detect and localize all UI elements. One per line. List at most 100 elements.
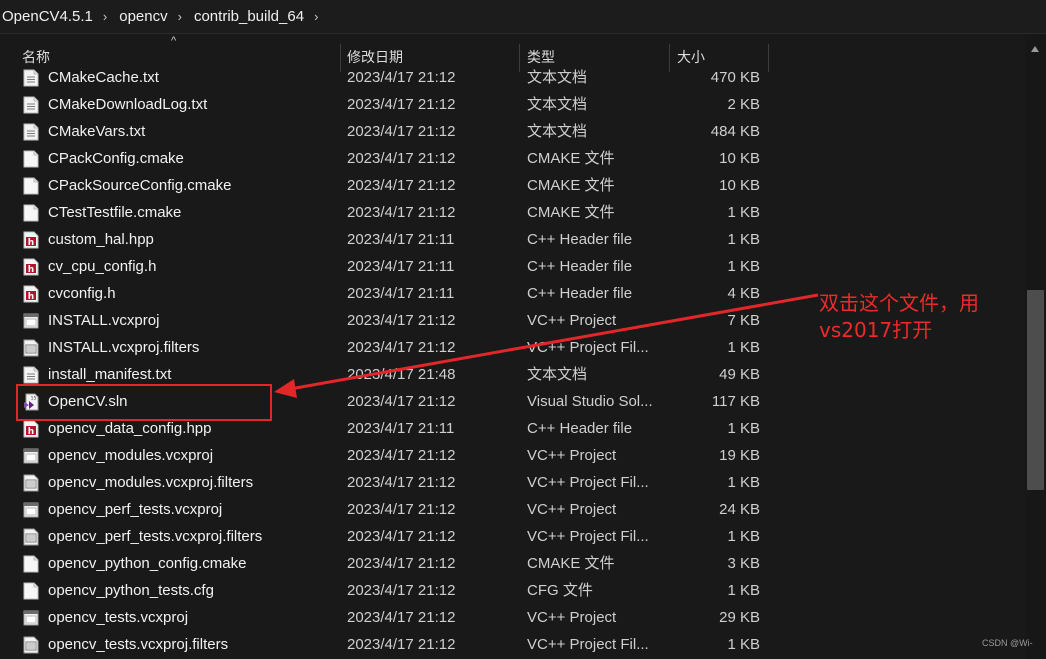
- file-type: 文本文档: [527, 123, 588, 140]
- annotation-text: 双击这个文件，用 vs2017打开: [819, 290, 1019, 344]
- file-row[interactable]: CMakeDownloadLog.txt 2023/4/17 21:12 文本文档 2…: [0, 91, 1025, 118]
- file-name: opencv_modules.vcxproj: [48, 447, 214, 464]
- scroll-up-icon[interactable]: [1031, 46, 1039, 52]
- file-date: 2023/4/17 21:11: [347, 258, 455, 275]
- file-type: VC++ Project: [527, 447, 617, 464]
- file-size: 29 KB: [719, 609, 760, 626]
- vcxproj-file-icon: [23, 609, 39, 627]
- text-file-icon: [23, 123, 39, 141]
- file-name: opencv_tests.vcxproj: [48, 609, 189, 626]
- file-name: CPackConfig.cmake: [48, 150, 184, 167]
- header-file-icon: h: [23, 231, 39, 249]
- file-row[interactable]: h custom_hal.hpp 2023/4/17 21:11 C++ Header…: [0, 226, 1025, 253]
- file-type: C++ Header file: [527, 231, 633, 248]
- file-type: Visual Studio Sol...: [527, 393, 653, 410]
- file-row[interactable]: opencv_python_config.cmake 2023/4/17 21:1…: [0, 550, 1025, 577]
- file-type: C++ Header file: [527, 420, 633, 437]
- file-row[interactable]: opencv_perf_tests.vcxproj 2023/4/17 21:12…: [0, 496, 1025, 523]
- file-date: 2023/4/17 21:12: [347, 393, 456, 410]
- file-size: 49 KB: [719, 366, 760, 383]
- file-size: 1 KB: [727, 582, 760, 599]
- file-row[interactable]: opencv_tests.vcxproj.filters 2023/4/17 21…: [0, 631, 1025, 658]
- breadcrumb: OpenCV4.5.1 › opencv › contrib_build_64 …: [0, 0, 1046, 33]
- file-row[interactable]: opencv_modules.vcxproj 2023/4/17 21:12 VC+…: [0, 442, 1025, 469]
- file-type: VC++ Project: [527, 501, 617, 518]
- file-size: 1 KB: [727, 204, 760, 221]
- svg-text:h: h: [28, 238, 34, 248]
- file-name: custom_hal.hpp: [48, 231, 154, 248]
- file-row[interactable]: CMakeCache.txt 2023/4/17 21:12 文本文档 470 KB: [0, 64, 1025, 91]
- watermark: CSDN @Wi-: [982, 638, 1033, 648]
- file-size: 470 KB: [710, 69, 760, 86]
- breadcrumb-item-opencv451[interactable]: OpenCV4.5.1: [0, 8, 93, 25]
- file-date: 2023/4/17 21:12: [347, 528, 456, 545]
- file-name: opencv_tests.vcxproj.filters: [48, 636, 229, 653]
- svg-text:h: h: [28, 265, 34, 275]
- file-size: 1 KB: [727, 474, 760, 491]
- file-size: 19 KB: [719, 447, 760, 464]
- file-name: INSTALL.vcxproj.filters: [48, 339, 200, 356]
- file-row[interactable]: CTestTestfile.cmake 2023/4/17 21:12 CMAKE …: [0, 199, 1025, 226]
- svg-text:h: h: [28, 292, 34, 302]
- file-type: CMAKE 文件: [527, 150, 615, 167]
- file-row[interactable]: opencv_python_tests.cfg 2023/4/17 21:12 CF…: [0, 577, 1025, 604]
- file-date: 2023/4/17 21:12: [347, 609, 456, 626]
- file-name: opencv_python_config.cmake: [48, 555, 247, 572]
- file-date: 2023/4/17 21:12: [347, 312, 456, 329]
- annotation-line-2: vs2017打开: [819, 318, 933, 342]
- file-type: CFG 文件: [527, 582, 593, 599]
- file-row[interactable]: opencv_perf_tests.vcxproj.filters 2023/4/…: [0, 523, 1025, 550]
- file-row[interactable]: h cv_cpu_config.h 2023/4/17 21:11 C++ Heade…: [0, 253, 1025, 280]
- file-type: VC++ Project Fil...: [527, 339, 649, 356]
- file-size: 484 KB: [710, 123, 760, 140]
- file-size: 117 KB: [711, 393, 760, 410]
- file-name: CMakeCache.txt: [48, 69, 159, 86]
- annotation-line-1: 双击这个文件，用: [819, 291, 979, 315]
- file-type: CMAKE 文件: [527, 555, 615, 572]
- scrollbar-thumb[interactable]: [1027, 290, 1044, 490]
- file-date: 2023/4/17 21:12: [347, 555, 456, 572]
- chevron-right-icon[interactable]: ›: [304, 9, 328, 24]
- file-size: 10 KB: [719, 177, 760, 194]
- file-size: 1 KB: [727, 420, 760, 437]
- vcxproj-file-icon: [23, 447, 39, 465]
- file-size: 3 KB: [727, 555, 760, 572]
- file-size: 2 KB: [727, 96, 760, 113]
- file-name: cvconfig.h: [48, 285, 116, 302]
- text-file-icon: [23, 69, 39, 87]
- file-name: opencv_perf_tests.vcxproj.filters: [48, 528, 263, 545]
- file-size: 4 KB: [727, 285, 760, 302]
- filters-file-icon: [23, 528, 39, 546]
- chevron-right-icon[interactable]: ›: [93, 9, 117, 24]
- file-row[interactable]: opencv_modules.vcxproj.filters 2023/4/17 …: [0, 469, 1025, 496]
- file-type: VC++ Project Fil...: [527, 528, 649, 545]
- file-name: CTestTestfile.cmake: [48, 204, 182, 221]
- file-size: 7 KB: [727, 312, 760, 329]
- file-date: 2023/4/17 21:12: [347, 339, 456, 356]
- file-date: 2023/4/17 21:12: [347, 447, 456, 464]
- file-name: cv_cpu_config.h: [48, 258, 157, 275]
- file-size: 1 KB: [727, 528, 760, 545]
- file-name: opencv_perf_tests.vcxproj: [48, 501, 223, 518]
- filters-file-icon: [23, 474, 39, 492]
- file-date: 2023/4/17 21:11: [347, 285, 455, 302]
- chevron-right-icon[interactable]: ›: [168, 9, 192, 24]
- file-size: 1 KB: [727, 258, 760, 275]
- file-size: 1 KB: [727, 231, 760, 248]
- file-type: VC++ Project Fil...: [527, 474, 649, 491]
- file-row[interactable]: CPackConfig.cmake 2023/4/17 21:12 CMAKE 文件…: [0, 145, 1025, 172]
- file-type: C++ Header file: [527, 258, 633, 275]
- blank-file-icon: [23, 582, 39, 600]
- file-row[interactable]: CMakeVars.txt 2023/4/17 21:12 文本文档 484 KB: [0, 118, 1025, 145]
- breadcrumb-item-contrib-build-64[interactable]: contrib_build_64: [192, 8, 304, 25]
- filters-file-icon: [23, 339, 39, 357]
- file-type: 文本文档: [527, 69, 588, 86]
- file-type: CMAKE 文件: [527, 177, 615, 194]
- svg-text:h: h: [28, 427, 34, 437]
- file-row[interactable]: opencv_tests.vcxproj 2023/4/17 21:12 VC++ …: [0, 604, 1025, 631]
- filters-file-icon: [23, 636, 39, 654]
- vertical-scrollbar[interactable]: [1025, 34, 1046, 659]
- file-row[interactable]: CPackSourceConfig.cmake 2023/4/17 21:12 CM…: [0, 172, 1025, 199]
- breadcrumb-item-opencv[interactable]: opencv: [117, 8, 167, 25]
- file-date: 2023/4/17 21:12: [347, 177, 456, 194]
